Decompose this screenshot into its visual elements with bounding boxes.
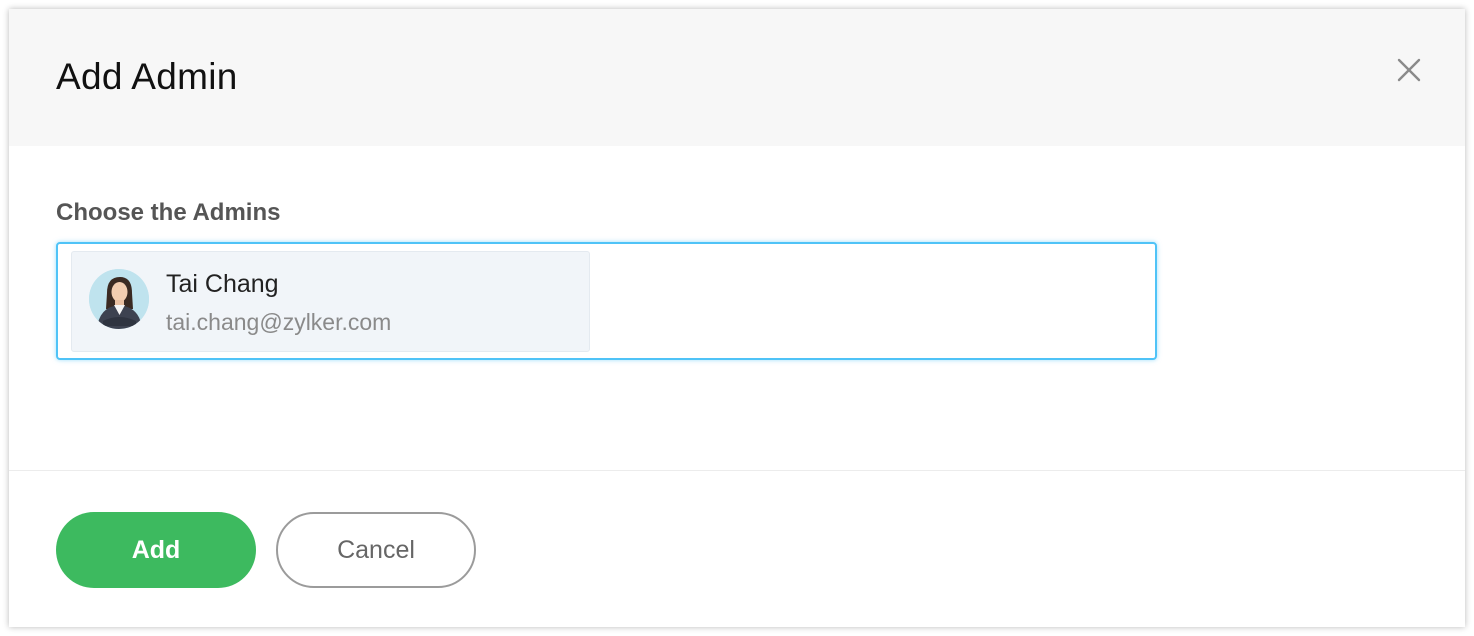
dialog-title: Add Admin (56, 56, 238, 97)
cancel-button[interactable]: Cancel (276, 512, 476, 588)
choose-admins-label: Choose the Admins (56, 199, 281, 226)
user-avatar (89, 269, 149, 329)
close-icon[interactable] (1393, 54, 1425, 86)
selected-admin-email: tai.chang@zylker.com (166, 309, 392, 335)
add-button[interactable]: Add (56, 512, 256, 588)
selected-admin-name: Tai Chang (166, 270, 279, 298)
footer-divider (9, 470, 1465, 471)
selected-admin-chip[interactable]: Tai Chang tai.chang@zylker.com (71, 251, 590, 352)
admin-picker-input[interactable]: Tai Chang tai.chang@zylker.com (56, 242, 1157, 360)
add-admin-dialog: Add Admin Choose the Admins Tai Chang ta… (9, 9, 1465, 627)
dialog-header: Add Admin (9, 9, 1465, 146)
